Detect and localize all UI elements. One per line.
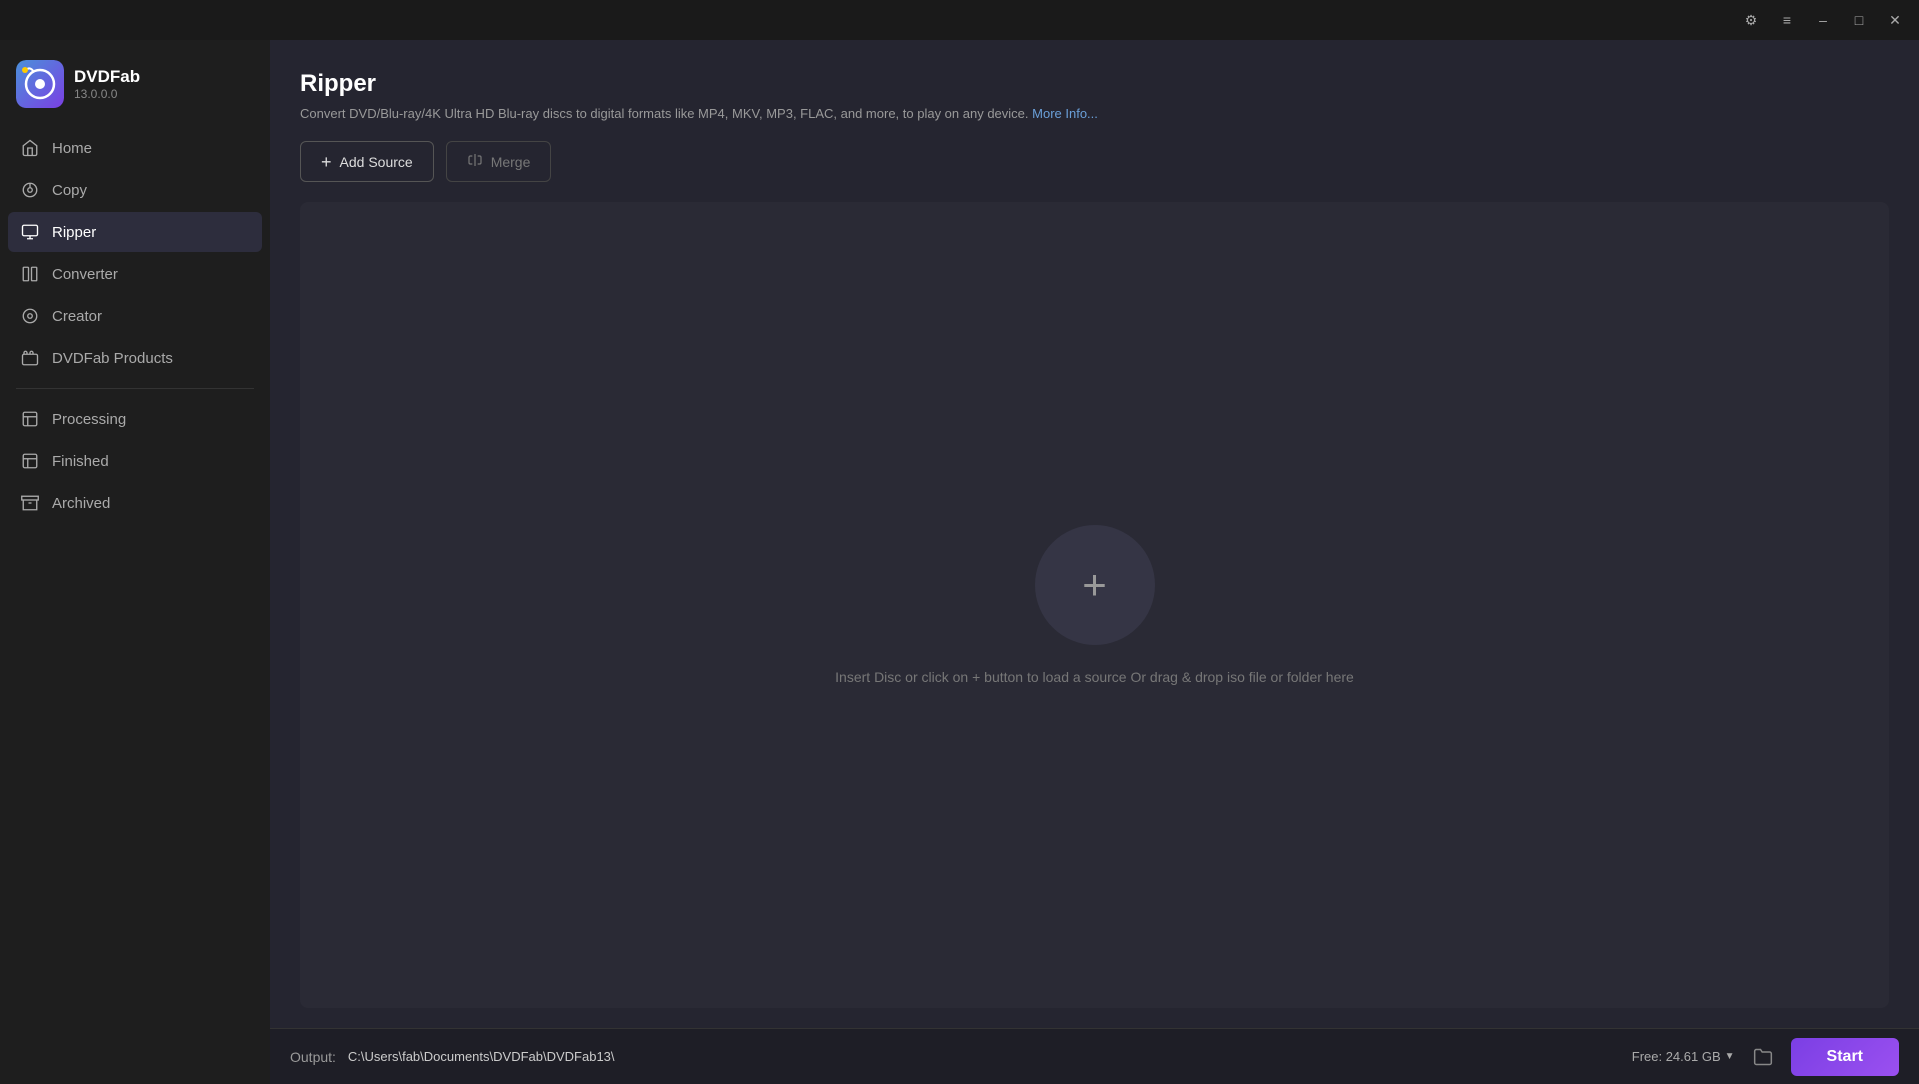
app-name: DVDFab xyxy=(74,67,140,87)
close-button[interactable]: ✕ xyxy=(1879,6,1911,34)
output-path: C:\Users\fab\Documents\DVDFab\DVDFab13\ xyxy=(348,1049,1620,1064)
more-info-link[interactable]: More Info... xyxy=(1032,106,1098,121)
page-title: Ripper xyxy=(300,70,1889,98)
minimize-button[interactable]: – xyxy=(1807,6,1839,34)
content-main: Ripper Convert DVD/Blu-ray/4K Ultra HD B… xyxy=(270,40,1919,1028)
processing-icon xyxy=(20,409,40,429)
sidebar-item-ripper[interactable]: Ripper xyxy=(8,212,262,252)
sidebar-label-converter: Converter xyxy=(52,266,118,283)
sidebar-label-processing: Processing xyxy=(52,411,126,428)
products-icon xyxy=(20,348,40,368)
add-circle-button[interactable]: + xyxy=(1035,525,1155,645)
chevron-down-icon: ▼ xyxy=(1725,1051,1735,1062)
sidebar-item-finished[interactable]: Finished xyxy=(8,441,262,481)
creator-icon xyxy=(20,306,40,326)
home-icon xyxy=(20,138,40,158)
drop-zone[interactable]: + Insert Disc or click on + button to lo… xyxy=(300,202,1889,1008)
title-bar: ⚙ ≡ – □ ✕ xyxy=(0,0,1919,40)
converter-icon xyxy=(20,264,40,284)
sidebar-item-archived[interactable]: Archived xyxy=(8,483,262,523)
add-circle-plus-icon: + xyxy=(1082,564,1107,606)
sidebar-logo: DVDFab 13.0.0.0 xyxy=(0,50,270,128)
app-body: DVDFab 13.0.0.0 Home xyxy=(0,40,1919,1084)
settings-button[interactable]: ⚙ xyxy=(1735,6,1767,34)
sidebar-divider xyxy=(16,388,254,389)
content-area: Ripper Convert DVD/Blu-ray/4K Ultra HD B… xyxy=(270,40,1919,1084)
sidebar-label-archived: Archived xyxy=(52,495,110,512)
sidebar-item-dvdfab-products[interactable]: DVDFab Products xyxy=(8,338,262,378)
sidebar-item-converter[interactable]: Converter xyxy=(8,254,262,294)
sidebar-label-finished: Finished xyxy=(52,453,109,470)
sidebar-secondary-nav: Processing Finished xyxy=(0,399,270,523)
start-button[interactable]: Start xyxy=(1791,1038,1899,1076)
page-description: Convert DVD/Blu-ray/4K Ultra HD Blu-ray … xyxy=(300,106,1889,121)
title-bar-controls: ⚙ ≡ – □ ✕ xyxy=(1735,6,1911,34)
output-bar: Output: C:\Users\fab\Documents\DVDFab\DV… xyxy=(270,1028,1919,1084)
ripper-icon xyxy=(20,222,40,242)
sidebar-nav: Home Copy xyxy=(0,128,270,378)
sidebar-label-home: Home xyxy=(52,140,92,157)
output-label: Output: xyxy=(290,1049,336,1065)
sidebar-item-creator[interactable]: Creator xyxy=(8,296,262,336)
browse-folder-button[interactable] xyxy=(1747,1041,1779,1073)
merge-button[interactable]: Merge xyxy=(446,141,552,182)
copy-icon xyxy=(20,180,40,200)
toolbar: + Add Source Merge xyxy=(300,141,1889,182)
free-space: Free: 24.61 GB ▼ xyxy=(1632,1049,1735,1064)
sidebar-label-dvdfab-products: DVDFab Products xyxy=(52,350,173,367)
app-version: 13.0.0.0 xyxy=(74,87,140,101)
sidebar-item-copy[interactable]: Copy xyxy=(8,170,262,210)
drop-hint-text: Insert Disc or click on + button to load… xyxy=(835,669,1354,685)
archived-icon xyxy=(20,493,40,513)
sidebar-label-copy: Copy xyxy=(52,182,87,199)
finished-icon xyxy=(20,451,40,471)
logo-text: DVDFab 13.0.0.0 xyxy=(74,67,140,101)
app-logo-icon xyxy=(16,60,64,108)
merge-icon xyxy=(467,152,483,171)
sidebar-item-processing[interactable]: Processing xyxy=(8,399,262,439)
add-source-plus-icon: + xyxy=(321,153,332,171)
add-source-button[interactable]: + Add Source xyxy=(300,141,434,182)
sidebar-item-home[interactable]: Home xyxy=(8,128,262,168)
sidebar-label-ripper: Ripper xyxy=(52,224,96,241)
sidebar: DVDFab 13.0.0.0 Home xyxy=(0,40,270,1084)
maximize-button[interactable]: □ xyxy=(1843,6,1875,34)
sidebar-label-creator: Creator xyxy=(52,308,102,325)
menu-button[interactable]: ≡ xyxy=(1771,6,1803,34)
